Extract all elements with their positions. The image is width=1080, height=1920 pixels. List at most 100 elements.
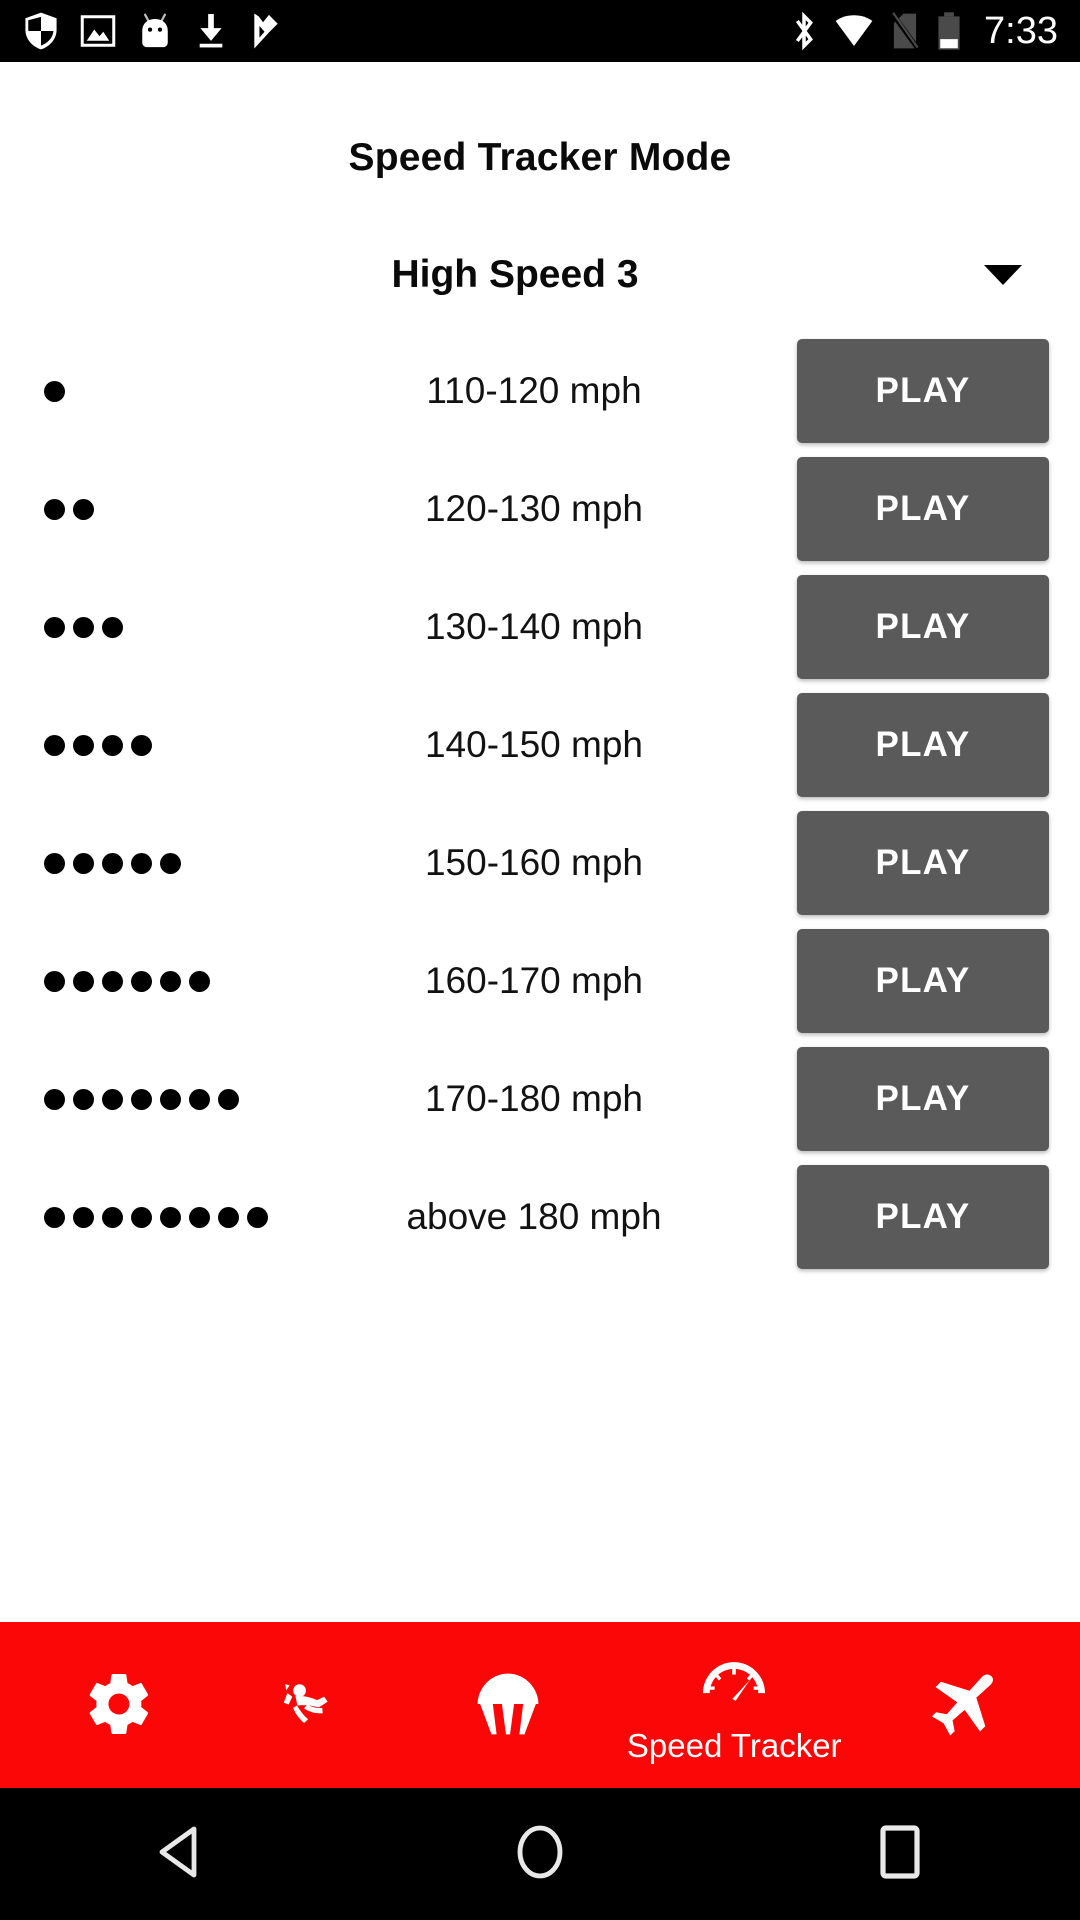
gear-icon bbox=[83, 1665, 155, 1743]
level-dot-icon bbox=[131, 852, 152, 874]
status-bar-clock: 7:33 bbox=[984, 10, 1058, 52]
level-dot-icon bbox=[102, 852, 123, 874]
phone-screen: 7:33 Speed Tracker Mode High Speed 3 110… bbox=[0, 0, 1080, 1920]
level-dot-icon bbox=[131, 1088, 152, 1110]
level-dot-icon bbox=[189, 1088, 210, 1110]
mode-dropdown[interactable]: High Speed 3 bbox=[0, 232, 1080, 318]
level-dot-icon bbox=[73, 1206, 94, 1228]
image-icon bbox=[80, 13, 116, 49]
speed-range-label: 110-120 mph bbox=[426, 370, 642, 411]
bottom-navigation-bar: Speed Tracker bbox=[0, 1622, 1080, 1788]
shield-icon bbox=[24, 12, 58, 50]
skydiver-icon bbox=[274, 1665, 352, 1743]
level-dot-icon bbox=[44, 970, 65, 992]
level-dot-icon bbox=[160, 852, 181, 874]
battery-icon bbox=[936, 11, 962, 51]
play-button[interactable]: PLAY bbox=[797, 929, 1049, 1033]
level-dot-icon bbox=[44, 1088, 65, 1110]
level-dot-icon bbox=[44, 616, 65, 638]
level-dot-icon bbox=[131, 970, 152, 992]
speed-level-dots bbox=[0, 498, 342, 520]
nav-item-parachute[interactable] bbox=[433, 1665, 583, 1745]
android-system-navigation bbox=[0, 1788, 1080, 1920]
home-button[interactable] bbox=[440, 1824, 640, 1885]
speed-range-label: 130-140 mph bbox=[424, 606, 644, 647]
recents-square-icon bbox=[877, 1824, 923, 1885]
speed-level-dots bbox=[0, 734, 342, 756]
play-button[interactable]: PLAY bbox=[797, 575, 1049, 679]
level-dot-icon bbox=[160, 1088, 181, 1110]
status-bar: 7:33 bbox=[0, 0, 1080, 62]
speedometer-icon bbox=[700, 1649, 768, 1727]
nav-item-speed-tracker-label: Speed Tracker bbox=[626, 1726, 842, 1764]
nav-item-speed-tracker[interactable]: Speed Tracker bbox=[627, 1649, 842, 1762]
level-dot-icon bbox=[102, 616, 123, 638]
play-button-cell: PLAY bbox=[766, 457, 1080, 561]
speed-range-label: 160-170 mph bbox=[424, 960, 644, 1001]
play-button[interactable]: PLAY bbox=[797, 811, 1049, 915]
nav-item-airplane[interactable] bbox=[886, 1665, 1036, 1745]
table-row: 140-150 mph PLAY bbox=[0, 686, 1080, 804]
play-button[interactable]: PLAY bbox=[797, 339, 1049, 443]
table-row: 110-120 mph PLAY bbox=[0, 332, 1080, 450]
level-dot-icon bbox=[73, 970, 94, 992]
play-button-cell: PLAY bbox=[766, 929, 1080, 1033]
no-sim-icon bbox=[890, 12, 920, 50]
level-dot-icon bbox=[160, 970, 181, 992]
play-button[interactable]: PLAY bbox=[797, 1047, 1049, 1151]
mode-dropdown-value: High Speed 3 bbox=[391, 253, 639, 296]
level-dot-icon bbox=[44, 852, 65, 874]
play-button-cell: PLAY bbox=[766, 1047, 1080, 1151]
nav-item-skydiver[interactable] bbox=[238, 1665, 388, 1745]
status-bar-right-icons: 7:33 bbox=[790, 11, 1058, 51]
nav-item-settings[interactable] bbox=[44, 1665, 194, 1745]
level-dot-icon bbox=[131, 734, 152, 756]
speed-range-label: above 180 mph bbox=[406, 1196, 662, 1237]
speed-range-label: 120-130 mph bbox=[424, 488, 644, 529]
play-button[interactable]: PLAY bbox=[797, 457, 1049, 561]
level-dot-icon bbox=[44, 734, 65, 756]
level-dot-icon bbox=[218, 1206, 239, 1228]
level-dot-icon bbox=[73, 734, 94, 756]
play-button-cell: PLAY bbox=[766, 811, 1080, 915]
table-row: above 180 mph PLAY bbox=[0, 1158, 1080, 1276]
wifi-icon bbox=[834, 14, 874, 48]
table-row: 170-180 mph PLAY bbox=[0, 1040, 1080, 1158]
table-row: 160-170 mph PLAY bbox=[0, 922, 1080, 1040]
table-row: 120-130 mph PLAY bbox=[0, 450, 1080, 568]
checkmark-shield-icon bbox=[250, 12, 282, 50]
page-title: Speed Tracker Mode bbox=[348, 136, 732, 179]
table-row: 150-160 mph PLAY bbox=[0, 804, 1080, 922]
level-dot-icon bbox=[73, 852, 94, 874]
chevron-down-icon bbox=[984, 265, 1022, 285]
level-dot-icon bbox=[44, 380, 65, 402]
speed-level-dots bbox=[0, 380, 342, 402]
level-dot-icon bbox=[189, 970, 210, 992]
level-dot-icon bbox=[102, 1206, 123, 1228]
home-circle-icon bbox=[514, 1824, 566, 1885]
level-dot-icon bbox=[102, 734, 123, 756]
level-dot-icon bbox=[102, 970, 123, 992]
speed-level-dots bbox=[0, 1088, 342, 1110]
speed-level-dots bbox=[0, 852, 342, 874]
android-icon bbox=[138, 12, 172, 50]
speed-range-list: 110-120 mph PLAY 120-130 mph PLAY 130-140 mp… bbox=[0, 332, 1080, 1276]
status-bar-left-icons bbox=[24, 12, 304, 50]
speed-level-dots bbox=[0, 616, 342, 638]
play-button-cell: PLAY bbox=[766, 693, 1080, 797]
speed-level-dots bbox=[0, 970, 342, 992]
level-dot-icon bbox=[73, 616, 94, 638]
airplane-icon bbox=[923, 1665, 999, 1743]
level-dot-icon bbox=[218, 1088, 239, 1110]
play-button[interactable]: PLAY bbox=[797, 693, 1049, 797]
recents-button[interactable] bbox=[800, 1824, 1000, 1885]
back-triangle-icon bbox=[154, 1825, 206, 1884]
play-button[interactable]: PLAY bbox=[797, 1165, 1049, 1269]
level-dot-icon bbox=[247, 1206, 268, 1228]
level-dot-icon bbox=[189, 1206, 210, 1228]
play-button-cell: PLAY bbox=[766, 339, 1080, 443]
level-dot-icon bbox=[73, 1088, 94, 1110]
level-dot-icon bbox=[73, 498, 94, 520]
level-dot-icon bbox=[44, 498, 65, 520]
back-button[interactable] bbox=[80, 1825, 280, 1884]
